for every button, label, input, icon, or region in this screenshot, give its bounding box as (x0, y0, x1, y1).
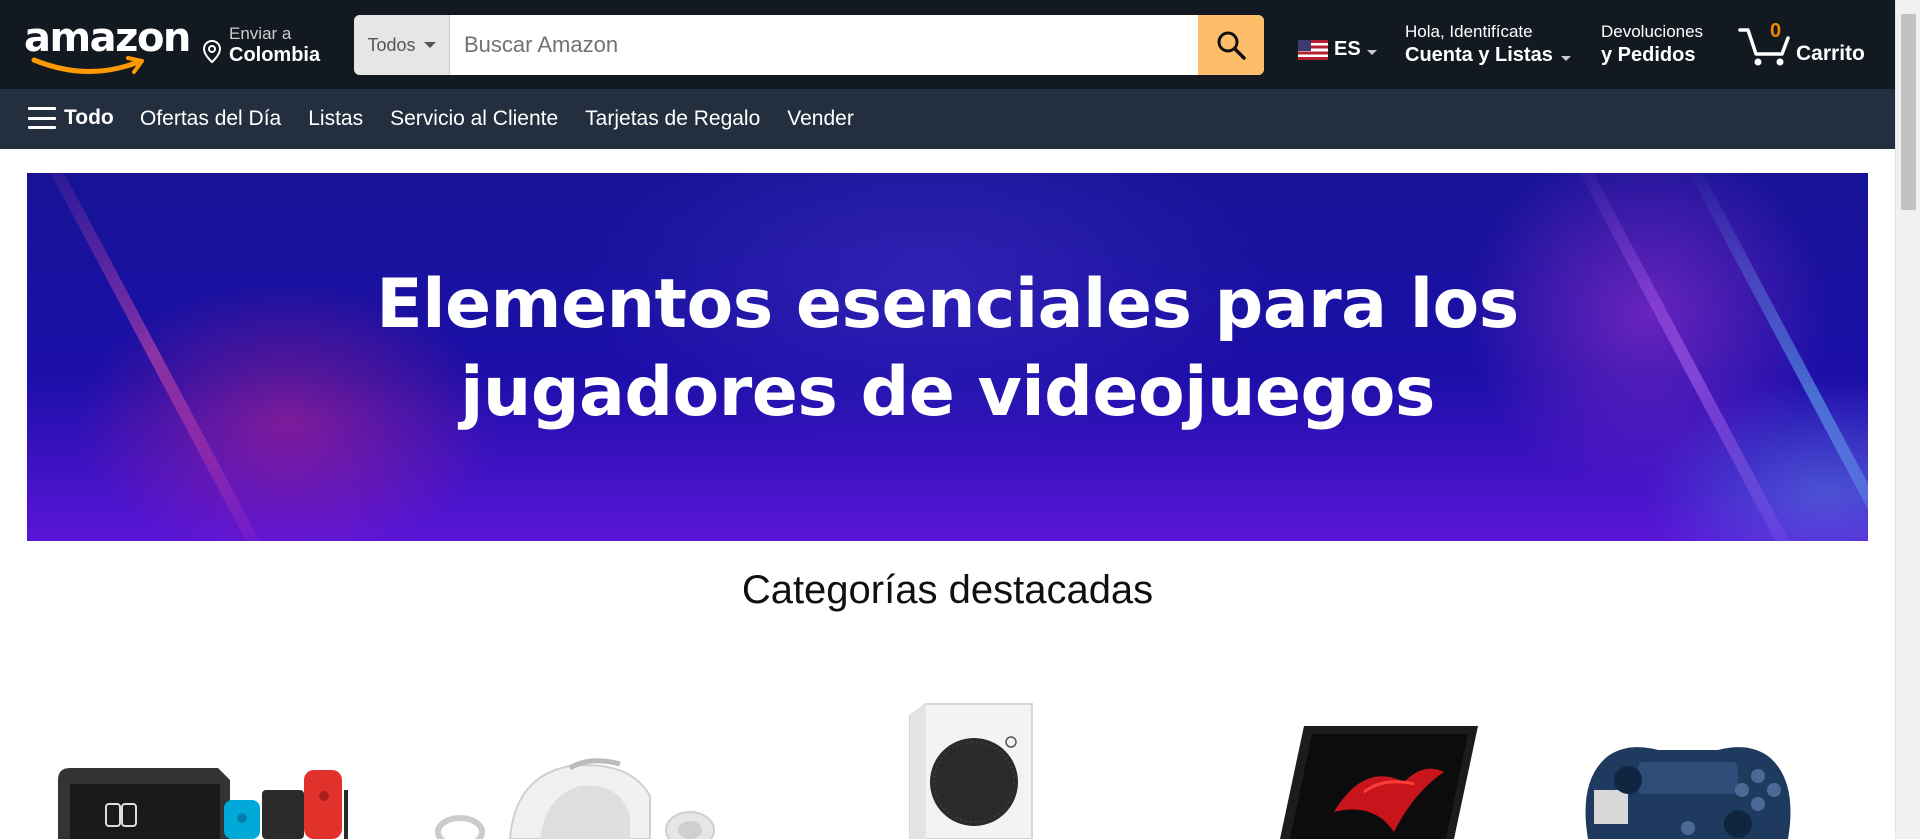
account-lists[interactable]: Hola, Identifícate Cuenta y Listas (1405, 22, 1571, 67)
cart-icon (1738, 28, 1790, 66)
page-scrollbar[interactable] (1895, 0, 1920, 839)
game-controller-image[interactable] (1568, 740, 1808, 839)
cart-button[interactable]: 0 Carrito (1738, 18, 1868, 72)
language-selector[interactable]: ES (1298, 38, 1377, 61)
logo-text: amazon (24, 15, 191, 61)
account-lists-label: Cuenta y Listas (1405, 44, 1571, 67)
search-input[interactable] (450, 15, 1200, 75)
all-menu-button[interactable]: Todo (28, 106, 114, 130)
categories-title: Categorías destacadas (741, 568, 1154, 612)
all-menu-label: Todo (64, 106, 114, 129)
chevron-down-icon (423, 42, 436, 48)
search-category-dropdown[interactable]: Todos (354, 15, 450, 75)
subnav-link-lists[interactable]: Listas (308, 107, 363, 131)
hamburger-menu-icon (28, 107, 56, 129)
returns-orders[interactable]: Devoluciones y Pedidos (1601, 22, 1703, 67)
language-code: ES (1334, 38, 1361, 60)
deliver-to-country: Colombia (229, 44, 321, 66)
hero-title-line2: jugadores de videojuegos (460, 353, 1435, 432)
search-category-label: Todos (367, 34, 416, 55)
cart-label: Carrito (1796, 42, 1865, 65)
deliver-to-label: Enviar a (229, 24, 292, 43)
subnav-link-gift-cards[interactable]: Tarjetas de Regalo (585, 107, 760, 131)
xbox-series-s-image[interactable] (906, 702, 1036, 839)
hero-banner[interactable]: Elementos esenciales para los jugadores … (27, 173, 1868, 541)
account-greeting: Hola, Identifícate (1405, 22, 1533, 41)
orders-label: y Pedidos (1601, 44, 1696, 66)
location-pin-icon (202, 40, 222, 64)
subnav-link-customer-service[interactable]: Servicio al Cliente (390, 107, 558, 131)
cart-count: 0 (1770, 20, 1782, 42)
page: amazon Enviar a Colombia Todos Buscar Am… (0, 0, 1920, 839)
chevron-down-icon (1560, 56, 1571, 61)
subnav-link-todays-deals[interactable]: Ofertas del Día (140, 107, 281, 131)
vr-headset-image[interactable] (420, 756, 730, 839)
subnav-link-sell[interactable]: Vender (787, 107, 854, 131)
scrollbar-thumb[interactable] (1901, 14, 1916, 210)
returns-label: Devoluciones (1601, 22, 1704, 41)
hero-title: Elementos esenciales para los jugadores … (27, 261, 1868, 437)
top-nav: amazon Enviar a Colombia Todos Buscar Am… (0, 0, 1895, 89)
chevron-down-icon (1366, 50, 1377, 55)
sub-nav: Todo Ofertas del Día Listas Servicio al … (0, 89, 1895, 149)
us-flag-icon (1298, 39, 1328, 60)
search-icon (1217, 31, 1246, 60)
hero-title-line1: Elementos esenciales para los (376, 265, 1519, 344)
sub-nav-links: Ofertas del Día Listas Servicio al Clien… (140, 107, 854, 131)
amazon-logo[interactable]: amazon (24, 15, 191, 75)
search-button[interactable] (1198, 15, 1264, 75)
account-lists-text: Cuenta y Listas (1405, 44, 1553, 66)
logo-smile-icon (31, 56, 144, 75)
gaming-laptop-image[interactable] (1274, 722, 1484, 839)
search-bar: Todos (354, 15, 1264, 75)
nintendo-switch-image[interactable] (48, 760, 348, 839)
